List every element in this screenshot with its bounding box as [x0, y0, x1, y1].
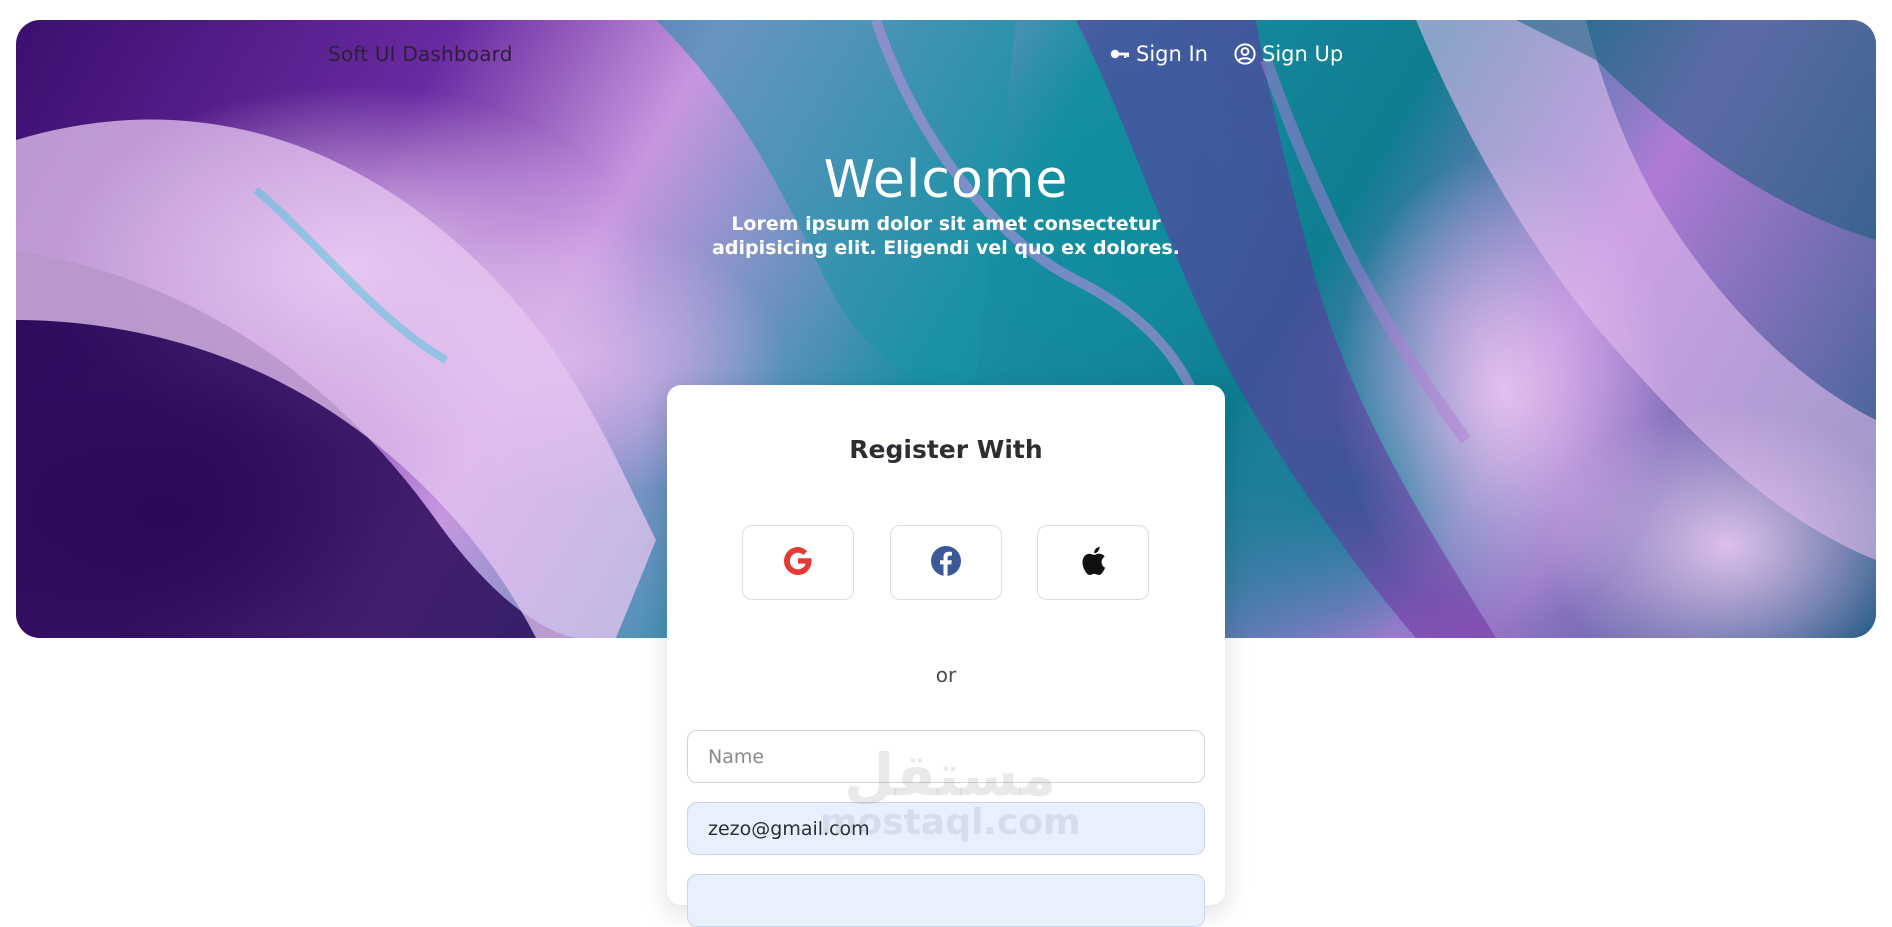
password-field[interactable] [687, 874, 1205, 927]
facebook-signup-button[interactable] [890, 525, 1002, 600]
key-icon [1110, 47, 1130, 61]
google-signup-button[interactable] [742, 525, 854, 600]
sign-in-label: Sign In [1136, 42, 1208, 66]
or-divider: or [935, 663, 957, 687]
google-icon [782, 545, 814, 581]
register-card: Register With or [667, 385, 1225, 927]
sign-up-link[interactable]: Sign Up [1234, 42, 1343, 66]
apple-signup-button[interactable] [1037, 525, 1149, 600]
name-field[interactable] [687, 730, 1205, 783]
sign-up-label: Sign Up [1262, 42, 1344, 66]
apple-icon [1079, 545, 1107, 581]
email-field[interactable] [687, 802, 1205, 855]
navbar: Soft UI Dashboard Sign In Sign Up [0, 0, 1892, 110]
brand-link[interactable]: Soft UI Dashboard [328, 42, 513, 66]
sign-in-link[interactable]: Sign In [1110, 42, 1208, 66]
facebook-icon [930, 545, 962, 581]
hero-subtitle: Lorem ipsum dolor sit amet consectetur a… [712, 213, 1180, 259]
hero-title: Welcome [823, 150, 1069, 210]
user-circle-icon [1234, 43, 1256, 65]
register-card-title: Register With [849, 435, 1043, 464]
